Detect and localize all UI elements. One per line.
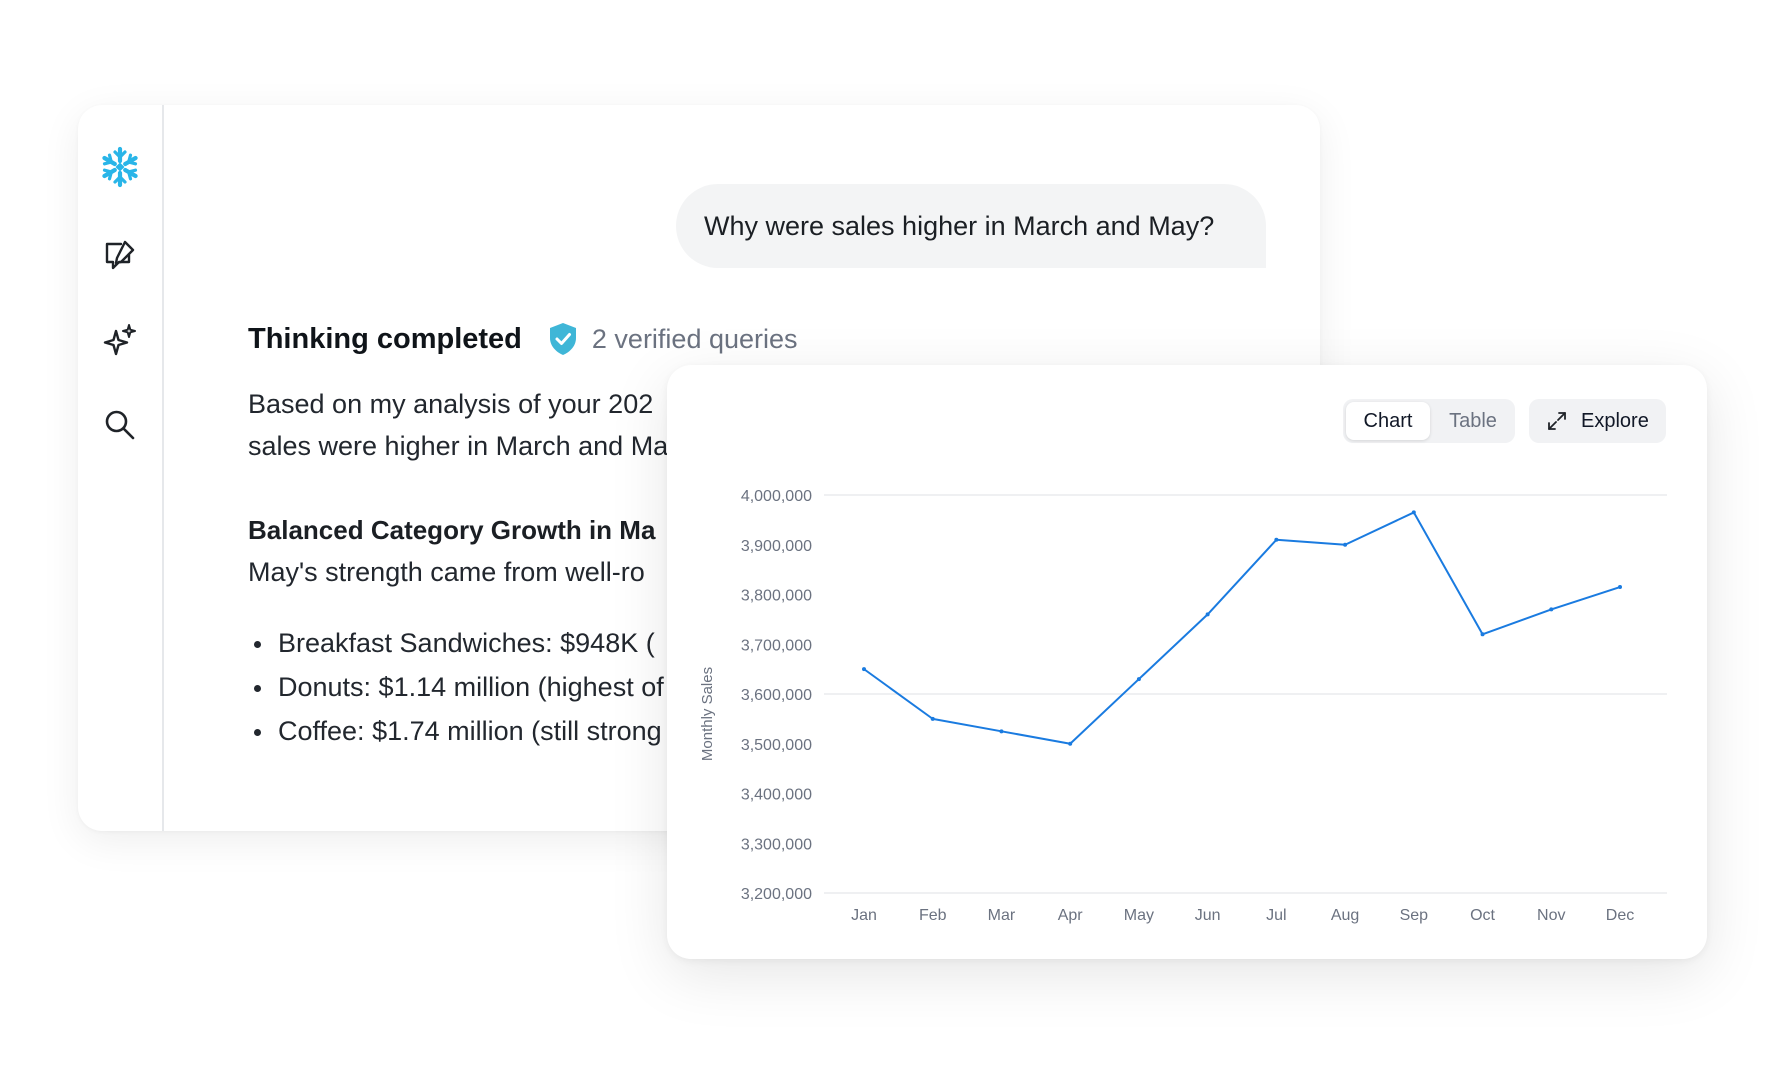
list-item: Coffee: $1.74 million (still strong: [248, 709, 664, 753]
x-tick-label: Oct: [1470, 907, 1495, 924]
list-item: Donuts: $1.14 million (highest of: [248, 665, 664, 709]
new-chat-icon[interactable]: [96, 231, 144, 279]
y-tick-label: 3,600,000: [741, 687, 812, 704]
data-point: [1343, 542, 1348, 547]
x-tick-label: Mar: [988, 907, 1016, 924]
x-tick-label: Jan: [851, 907, 877, 924]
data-point: [1068, 741, 1073, 746]
expand-icon: [1547, 411, 1567, 431]
thinking-title: Thinking completed: [248, 322, 522, 355]
x-tick-label: Sep: [1400, 907, 1429, 924]
x-tick-label: Aug: [1331, 907, 1359, 924]
data-point: [1411, 510, 1416, 515]
y-tick-label: 3,200,000: [741, 886, 812, 903]
x-tick-label: Nov: [1537, 907, 1565, 924]
x-tick-label: Jun: [1195, 907, 1221, 924]
y-tick-label: 3,800,000: [741, 588, 812, 605]
explore-label: Explore: [1581, 409, 1649, 432]
snowflake-logo-icon[interactable]: [96, 143, 144, 191]
explore-button[interactable]: Explore: [1529, 399, 1666, 443]
data-point: [1618, 585, 1622, 590]
thinking-status: Thinking completed 2 verified queries: [248, 319, 798, 359]
chart-card: 4,000,000 3,900,000 3,800,000 3,700,000 3,60…: [667, 365, 1707, 959]
data-point: [1549, 607, 1554, 612]
verified-queries-link[interactable]: 2 verified queries: [592, 324, 798, 355]
data-point: [1136, 677, 1141, 682]
line-chart: 4,000,000 3,900,000 3,800,000 3,700,000 3,60…: [699, 488, 1667, 924]
user-message-bubble: Why were sales higher in March and May?: [676, 184, 1266, 268]
data-point: [930, 716, 935, 721]
data-point: [1274, 537, 1279, 542]
bullet-list: Breakfast Sandwiches: $948K ( Donuts: $1…: [248, 621, 664, 753]
y-tick-label: 3,700,000: [741, 637, 812, 654]
y-tick-label: 3,900,000: [741, 538, 812, 555]
series-line: [863, 511, 1621, 745]
section-text: May's strength came from well-ro: [248, 557, 645, 587]
y-tick-label: 4,000,000: [741, 488, 812, 505]
x-tick-label: Apr: [1058, 907, 1084, 924]
x-tick-label: Feb: [919, 907, 947, 924]
data-point: [862, 667, 866, 672]
list-item: Breakfast Sandwiches: $948K (: [248, 621, 664, 665]
data-point: [999, 729, 1004, 734]
x-tick-label: Dec: [1606, 907, 1634, 924]
sparkle-icon[interactable]: [96, 316, 144, 364]
y-axis-label: Monthly Sales: [699, 667, 716, 761]
tab-chart[interactable]: Chart: [1346, 402, 1430, 440]
user-message-text: Why were sales higher in March and May?: [704, 210, 1215, 241]
y-tick-label: 3,500,000: [741, 737, 812, 754]
y-tick-label: 3,300,000: [741, 836, 812, 853]
tab-table[interactable]: Table: [1431, 402, 1515, 440]
data-point: [1205, 612, 1210, 617]
data-point: [1480, 632, 1485, 637]
section-heading: Balanced Category Growth in Ma: [248, 515, 656, 545]
x-tick-label: May: [1124, 907, 1154, 924]
y-tick-label: 3,400,000: [741, 787, 812, 804]
view-toggle: Chart Table: [1343, 399, 1515, 443]
x-tick-label: Jul: [1266, 907, 1286, 924]
search-icon[interactable]: [96, 401, 144, 449]
verified-shield-icon: [548, 321, 580, 357]
sidebar: [78, 105, 164, 831]
